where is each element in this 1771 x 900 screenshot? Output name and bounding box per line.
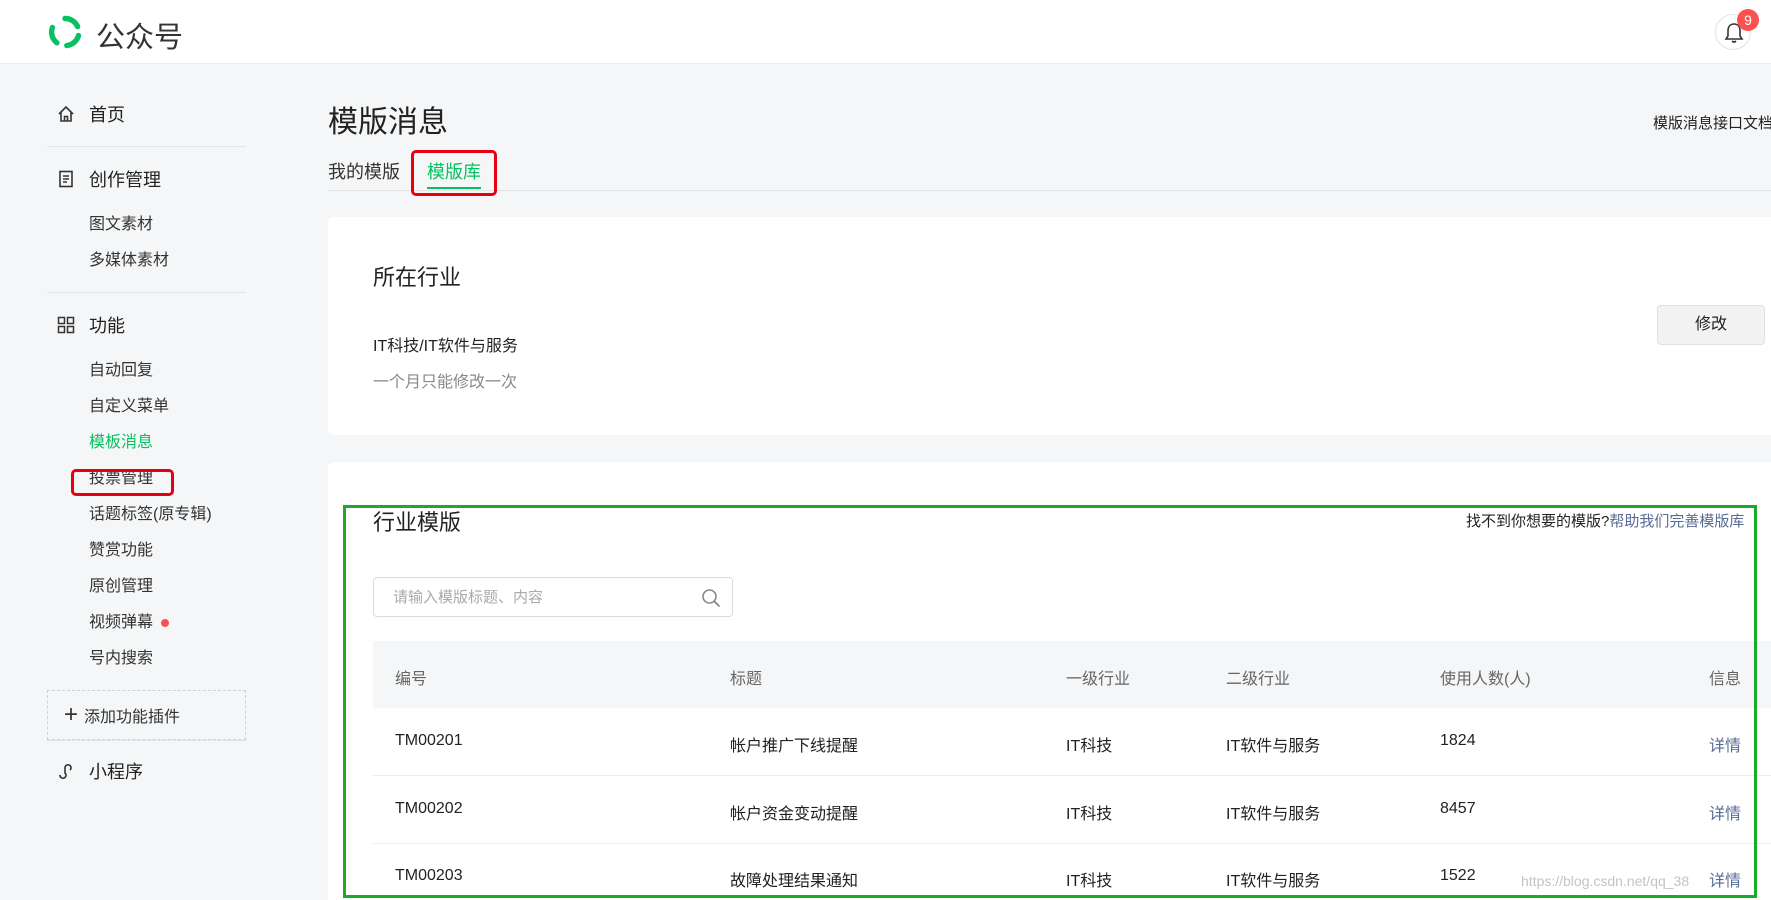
add-plugin-button[interactable]: + 添加功能插件 (47, 690, 246, 740)
grid-icon (57, 316, 75, 334)
sidebar-item-home[interactable]: 首页 (57, 101, 125, 127)
modify-industry-button[interactable]: 修改 (1657, 305, 1765, 345)
home-icon (58, 105, 74, 122)
sidebar-item-label: 创作管理 (89, 170, 161, 190)
notification-badge: 9 (1737, 9, 1759, 31)
top-bar: 公众号 9 (0, 0, 1771, 64)
sidebar-item-features[interactable]: 功能 (57, 312, 125, 338)
industry-note: 一个月只能修改一次 (373, 374, 518, 391)
sidebar-item-label: 功能 (89, 316, 125, 336)
sidebar-item-label: 首页 (89, 105, 125, 125)
document-icon (59, 170, 73, 188)
annotation-box-template-message-item (71, 469, 174, 496)
industry-card (328, 217, 1771, 435)
sidebar-item-template-message[interactable]: 模板消息 (89, 428, 153, 452)
sidebar-item-topic-tags[interactable]: 话题标签(原专辑) (89, 500, 212, 524)
sidebar-divider (47, 146, 246, 147)
industry-value: IT科技/IT软件与服务 (373, 338, 518, 355)
add-plugin-label: 添加功能插件 (84, 709, 181, 726)
red-dot-indicator (161, 618, 170, 627)
brand-name: 公众号 (96, 22, 184, 54)
sidebar-item-media-materials[interactable]: 多媒体素材 (89, 246, 169, 270)
plus-icon: + (64, 701, 79, 728)
annotation-box-industry-templates (343, 505, 1757, 898)
doc-link[interactable]: 模版消息接口文档 (1653, 112, 1771, 133)
sidebar-divider (47, 740, 246, 741)
wechat-official-account-logo-icon[interactable] (46, 14, 84, 50)
sidebar-item-reward[interactable]: 赞赏功能 (89, 536, 153, 560)
sidebar-item-label: 小程序 (89, 762, 143, 782)
tabs-divider (328, 190, 1771, 191)
sidebar-item-in-account-search[interactable]: 号内搜索 (89, 644, 153, 668)
industry-heading: 所在行业 (373, 265, 462, 290)
sidebar-item-mini-program[interactable]: 小程序 (57, 758, 143, 784)
sidebar-item-video-danmaku[interactable]: 视频弹幕 (89, 608, 170, 632)
sidebar-divider (47, 292, 246, 293)
sidebar-item-label: 视频弹幕 (89, 614, 154, 631)
sidebar-item-auto-reply[interactable]: 自动回复 (89, 356, 153, 380)
page-title: 模版消息 (328, 106, 448, 139)
sidebar-item-original-management[interactable]: 原创管理 (89, 572, 153, 596)
sidebar-item-creation[interactable]: 创作管理 (57, 166, 161, 192)
tab-my-templates[interactable]: 我的模版 (328, 158, 400, 184)
sidebar-item-custom-menu[interactable]: 自定义菜单 (89, 392, 169, 416)
sidebar-item-article-materials[interactable]: 图文素材 (89, 210, 153, 234)
watermark: https://blog.csdn.net/qq_38 (1521, 873, 1690, 889)
mini-program-icon (59, 764, 72, 779)
annotation-box-template-library-tab (411, 150, 497, 196)
